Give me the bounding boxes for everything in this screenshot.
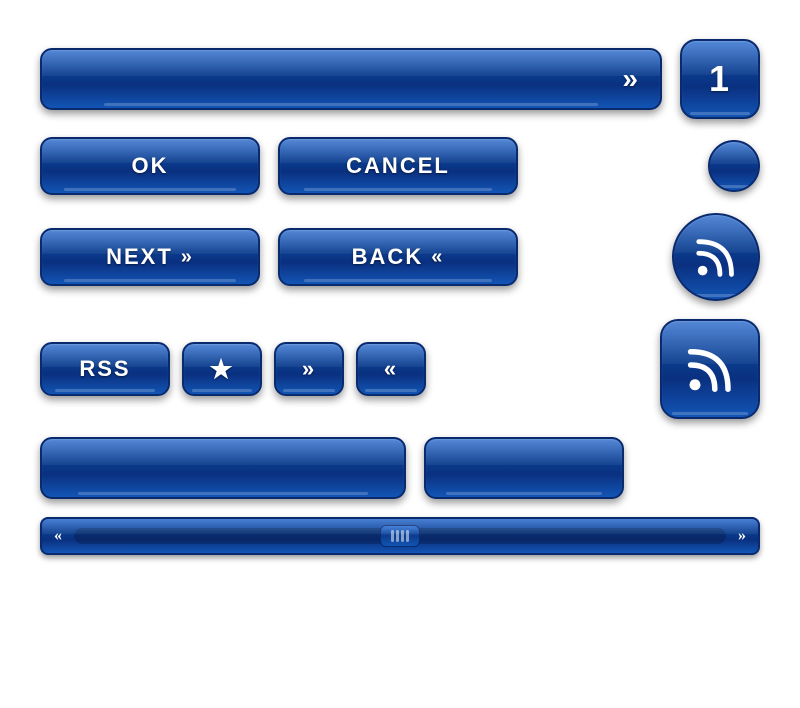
cancel-button[interactable]: CANCEL [278,137,518,195]
rss-text-label: RSS [79,356,130,382]
thumb-grip-3 [401,530,404,542]
rss-square-button[interactable] [660,319,760,419]
rss-circle-button[interactable] [672,213,760,301]
ok-label: OK [132,153,169,179]
blank-wide-button[interactable] [40,437,406,499]
thumb-grip-4 [406,530,409,542]
small-circle-button[interactable] [708,140,760,192]
star-button[interactable]: ★ [182,342,262,396]
scrollbar-thumb[interactable] [380,525,420,547]
rss-circle-icon [674,215,758,299]
forward-wide-button[interactable] [40,48,662,110]
backward-small-icon: « [384,356,398,382]
star-icon: ★ [209,354,234,385]
scrollbar-right-arrow[interactable]: » [738,527,746,545]
number-label: 1 [709,58,731,100]
back-chevron-icon: « [431,246,444,269]
rss-text-button[interactable]: RSS [40,342,170,396]
forward-small-icon: » [302,356,316,382]
thumb-grip-2 [396,530,399,542]
back-button[interactable]: BACK « [278,228,518,286]
next-label: NEXT [106,244,173,270]
cancel-label: CANCEL [346,153,450,179]
blank-medium-button[interactable] [424,437,624,499]
rss-square-icon [662,321,758,417]
scrollbar-left-arrow[interactable]: « [54,527,62,545]
next-chevron-icon: » [181,246,194,269]
thumb-grip-1 [391,530,394,542]
back-label: BACK [352,244,424,270]
scrollbar-track[interactable] [74,528,726,544]
double-right-icon [622,63,640,95]
number-1-button[interactable]: 1 [680,39,760,119]
ok-button[interactable]: OK [40,137,260,195]
scrollbar[interactable]: « » [40,517,760,555]
next-button[interactable]: NEXT » [40,228,260,286]
forward-small-button[interactable]: » [274,342,344,396]
backward-small-button[interactable]: « [356,342,426,396]
